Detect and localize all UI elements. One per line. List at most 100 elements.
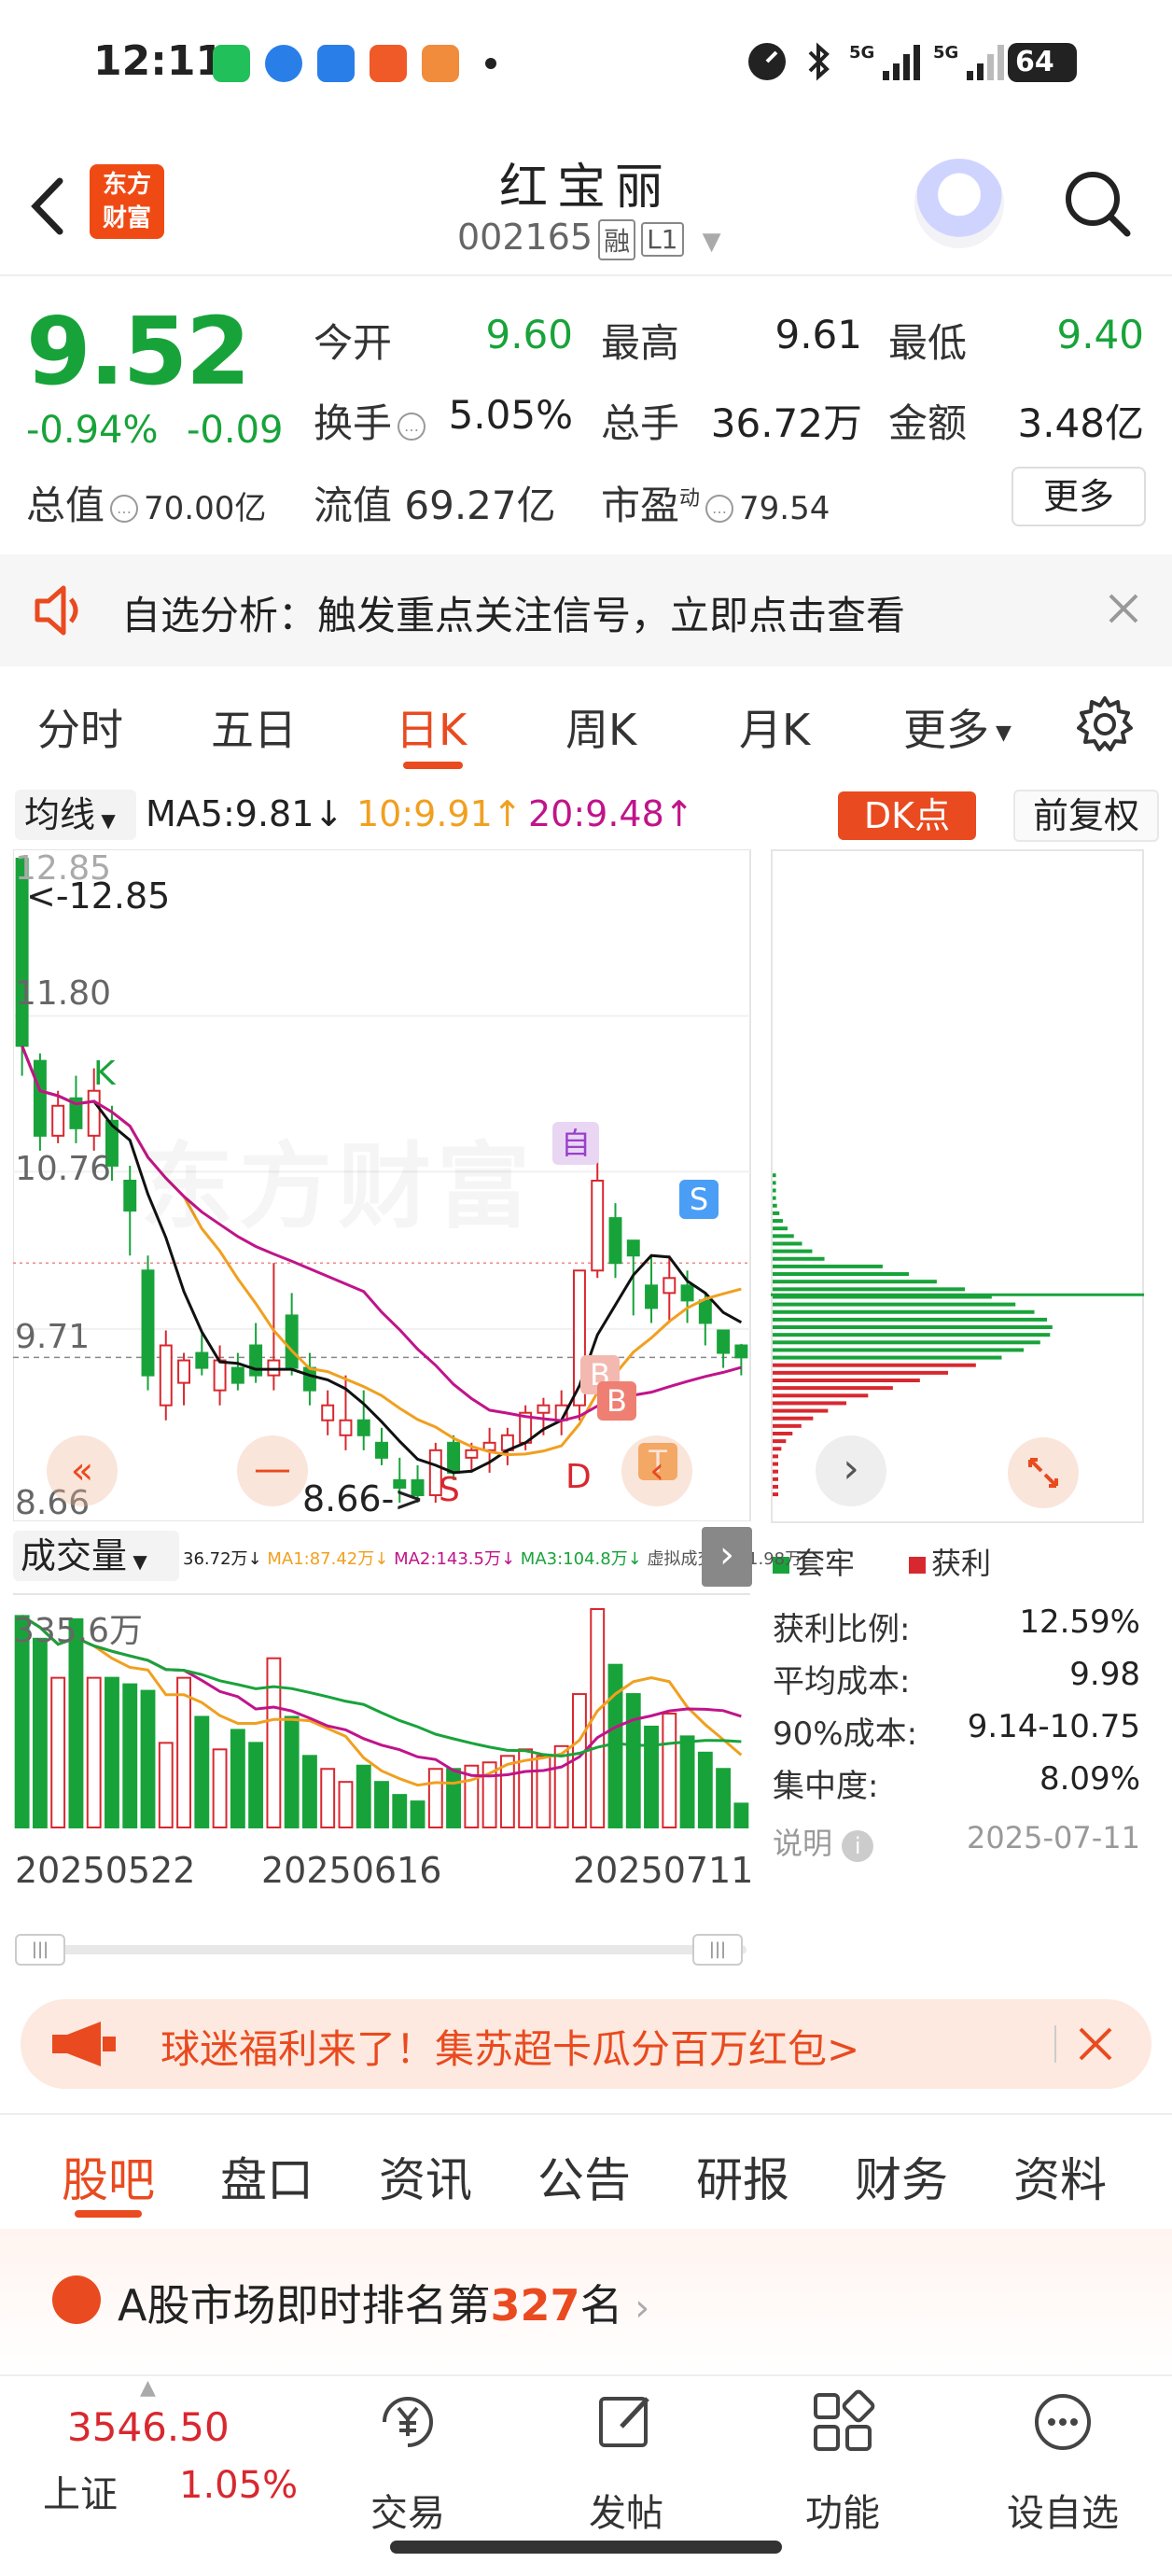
stat-profit-ratio-value: 12.59% [1019, 1603, 1140, 1641]
candle-body [87, 1089, 101, 1137]
range-slider-right-handle[interactable]: ||| [692, 1934, 743, 1966]
tab-research[interactable]: 研报 [696, 2143, 789, 2210]
settings-gear-icon[interactable] [1075, 694, 1135, 754]
zoom-out-button[interactable]: — [237, 1435, 308, 1506]
chip-bar [773, 1477, 778, 1481]
close-icon[interactable] [1105, 590, 1142, 627]
nav-functions[interactable]: 功能 [768, 2483, 917, 2537]
candle-body [591, 1180, 605, 1272]
signal-sell-1[interactable]: S [679, 1180, 719, 1219]
volume-bar [86, 1676, 102, 1829]
tab-monthly-k[interactable]: 月K [739, 696, 810, 758]
chip-bar [773, 1462, 778, 1466]
volume-indicator-selector[interactable]: 成交量 ▼ [13, 1531, 179, 1581]
tab-pankou[interactable]: 盘口 [220, 2143, 314, 2210]
volume-bar [248, 1742, 264, 1828]
candle-body [285, 1314, 299, 1369]
volume-label: 总手 [601, 400, 680, 446]
tab-finance[interactable]: 财务 [855, 2143, 948, 2210]
change-amount: -0.09 [187, 409, 284, 452]
index-change[interactable]: 1.05% [179, 2464, 298, 2507]
ma20-value: 20:9.48↑ [528, 793, 694, 834]
dk-point-button[interactable]: DK点 [838, 791, 976, 840]
stock-code-row[interactable]: 002165 融 L1 ▼ [457, 217, 721, 260]
amount-value: 3.48亿 [1017, 400, 1144, 446]
signal-self[interactable]: 自 [552, 1122, 599, 1165]
selector-triangle-icon: ▼ [95, 809, 116, 832]
nav-add-watchlist[interactable]: 设自选 [988, 2483, 1137, 2537]
candle-body [159, 1344, 173, 1407]
volume-bar [140, 1689, 156, 1828]
home-indicator[interactable] [390, 2541, 782, 2554]
tab-more[interactable]: 更多 ▼ [903, 696, 1012, 758]
volume-bar [105, 1676, 119, 1829]
tab-daily-k[interactable]: 日K [396, 696, 467, 758]
mktcap-info-icon[interactable]: … [110, 494, 139, 523]
speaker-icon [35, 585, 78, 636]
indicator-selector[interactable]: 均线 ▼ [15, 790, 136, 840]
signal-buy-2[interactable]: B [597, 1381, 636, 1421]
tab-guba[interactable]: 股吧 [62, 2143, 155, 2210]
chip-bar [773, 1256, 825, 1261]
nav-post[interactable]: 发帖 [551, 2483, 701, 2537]
header-divider [0, 274, 1172, 276]
turnover-info-icon[interactable]: … [398, 412, 426, 441]
promo-banner[interactable]: 球迷福利来了！集苏超卡瓜分百万红包> [21, 1999, 1151, 2089]
volume-bar [301, 1755, 317, 1828]
candle-body [482, 1441, 496, 1451]
chip-legend-trapped-text: 套牢 [795, 1546, 856, 1581]
chip-bar [773, 1439, 787, 1444]
functions-grid-icon[interactable] [810, 2389, 875, 2455]
scroll-left-button[interactable]: « [47, 1435, 118, 1506]
candle-body [321, 1404, 335, 1421]
volume-bar [679, 1735, 695, 1828]
volume-bar [374, 1781, 389, 1828]
volume-bar [338, 1781, 354, 1828]
volume-bar [697, 1751, 713, 1829]
promo-divider-line [0, 2113, 1172, 2115]
svg-text:5G: 5G [849, 43, 874, 63]
tab-intraday[interactable]: 分时 [37, 696, 123, 758]
index-value[interactable]: 3546.50 [67, 2404, 230, 2450]
tab-five-day[interactable]: 五日 [211, 696, 297, 758]
tab-profile[interactable]: 资料 [1013, 2143, 1107, 2210]
rank-section[interactable]: A股市场即时排名第327名 › [0, 2229, 1172, 2378]
step-back-button[interactable]: ‹ [621, 1435, 692, 1506]
chip-note[interactable]: 说明 i [773, 1820, 874, 1863]
margin-tag: 融 [598, 218, 636, 260]
chip-bar [773, 1188, 776, 1193]
stat-avg-cost-value: 9.98 [1069, 1656, 1140, 1693]
forward-adjust-button[interactable]: 前复权 [1013, 790, 1159, 842]
signal-5g-2-icon: 5G [933, 43, 1004, 80]
tab-news[interactable]: 资讯 [379, 2143, 472, 2210]
candle-body [302, 1366, 316, 1392]
robot-assistant-avatar[interactable] [914, 159, 1004, 248]
amount-label: 金额 [888, 400, 968, 446]
trade-yuan-icon[interactable] [375, 2389, 440, 2455]
promo-close-icon[interactable] [1075, 2023, 1116, 2065]
range-slider-track[interactable] [19, 1945, 746, 1954]
index-name[interactable]: 上证 [43, 2464, 118, 2518]
search-icon[interactable] [1062, 168, 1133, 239]
candle-body [663, 1277, 677, 1295]
volume-legend-ma1: MA1:87.42万↓ [267, 1549, 389, 1569]
add-watchlist-icon[interactable] [1030, 2389, 1095, 2455]
candle-body [645, 1284, 658, 1309]
nav-trade[interactable]: 交易 [333, 2483, 482, 2537]
chip-bar [773, 1203, 777, 1208]
tab-announcements[interactable]: 公告 [537, 2143, 631, 2210]
post-edit-icon[interactable] [593, 2389, 659, 2455]
notice-bar[interactable]: 自选分析：触发重点关注信号，立即点击查看 [0, 554, 1172, 666]
chip-bar [773, 1325, 1053, 1330]
candle-body [177, 1359, 191, 1384]
range-slider-left-handle[interactable]: ||| [15, 1934, 65, 1966]
volume-next-button[interactable]: › [702, 1527, 752, 1587]
price-label-4: 9.71 [15, 1318, 91, 1356]
pe-info-icon[interactable]: … [705, 494, 734, 523]
chip-bar [773, 1393, 869, 1398]
more-quote-button[interactable]: 更多 [1012, 467, 1146, 526]
chip-bar [773, 1431, 793, 1435]
status-time: 12:11 [93, 37, 225, 85]
paper-plane-icon [370, 45, 407, 82]
tab-weekly-k[interactable]: 周K [565, 696, 636, 758]
